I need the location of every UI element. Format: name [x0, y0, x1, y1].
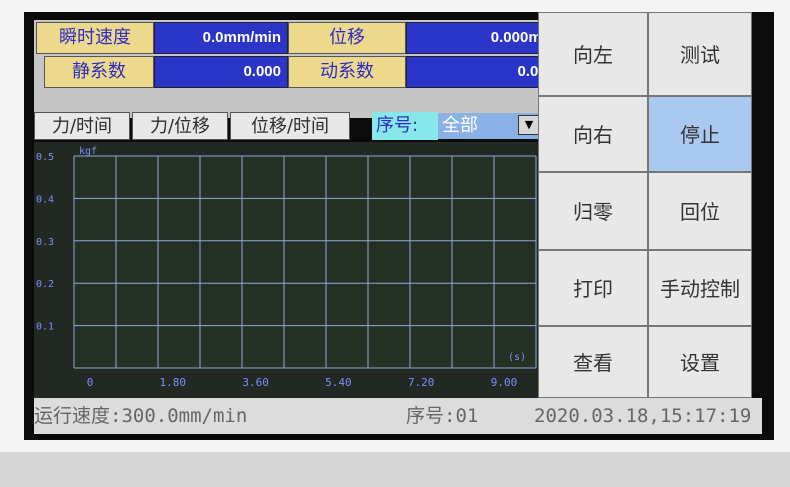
y-tick-label: 0.1 — [36, 322, 54, 333]
dropdown-arrow-icon[interactable]: ▼ — [518, 115, 540, 135]
static-coefficient-label: 静系数 — [44, 56, 154, 88]
x-tick-label: 7.20 — [408, 376, 435, 389]
test-button[interactable]: 测试 — [648, 12, 752, 96]
x-axis-label: (s) — [508, 352, 526, 363]
x-tick-label: 1.80 — [160, 376, 187, 389]
tab-force-displacement[interactable]: 力/位移 — [132, 112, 228, 140]
stop-button[interactable]: 停止 — [648, 96, 752, 172]
sequence-select-value: 全部 — [442, 115, 478, 136]
zero-button[interactable]: 归零 — [538, 172, 648, 250]
sequence-select[interactable]: 全部 ▼ — [438, 113, 542, 139]
view-button[interactable]: 查看 — [538, 326, 648, 398]
settings-button[interactable]: 设置 — [648, 326, 752, 398]
tab-displacement-time[interactable]: 位移/时间 — [230, 112, 350, 140]
dynamic-coefficient-label: 动系数 — [288, 56, 406, 88]
run-speed-status: 运行速度:300.0mm/min — [34, 405, 248, 427]
x-tick-label: 3.60 — [242, 376, 269, 389]
return-button[interactable]: 回位 — [648, 172, 752, 250]
print-button[interactable]: 打印 — [538, 250, 648, 326]
tab-force-time[interactable]: 力/时间 — [34, 112, 130, 140]
plot-background — [74, 156, 536, 368]
instant-speed-value: 0.0mm/min — [154, 22, 288, 54]
move-right-button[interactable]: 向右 — [538, 96, 648, 172]
readout-panel: 瞬时速度 0.0mm/min 位移 0.000mm 静系数 0.000 动系数 … — [34, 20, 564, 118]
y-tick-label: 0.4 — [36, 194, 54, 205]
x-tick-label: 9.00 — [491, 376, 518, 389]
static-coefficient-value: 0.000 — [154, 56, 288, 88]
y-tick-label: 0.3 — [36, 237, 54, 248]
x-tick-label: 5.40 — [325, 376, 352, 389]
sequence-status: 序号:01 — [406, 405, 479, 427]
datetime-status: 2020.03.18,15:17:19 — [534, 405, 752, 427]
move-left-button[interactable]: 向左 — [538, 12, 648, 96]
chart-area: 0.5 0.4 0.3 0.2 0.1 0 1.80 3.60 5.40 7.20 9.00 kgf (… — [34, 142, 548, 398]
chart-svg: 0.5 0.4 0.3 0.2 0.1 0 1.80 3.60 5.40 7.20 9.00 kgf (… — [36, 146, 537, 389]
hmi-screen: 瞬时速度 0.0mm/min 位移 0.000mm 静系数 0.000 动系数 … — [24, 12, 774, 440]
y-tick-label: 0.5 — [36, 152, 54, 163]
status-bar: 运行速度:300.0mm/min 序号:01 2020.03.18,15:17:… — [34, 398, 762, 434]
x-tick-label: 0 — [87, 376, 94, 389]
y-tick-label: 0.2 — [36, 279, 54, 290]
y-axis-label: kgf — [79, 146, 97, 157]
instant-speed-label: 瞬时速度 — [36, 22, 154, 54]
sequence-label: 序号: — [372, 112, 438, 140]
displacement-label: 位移 — [288, 22, 406, 54]
manual-control-button[interactable]: 手动控制 — [648, 250, 752, 326]
